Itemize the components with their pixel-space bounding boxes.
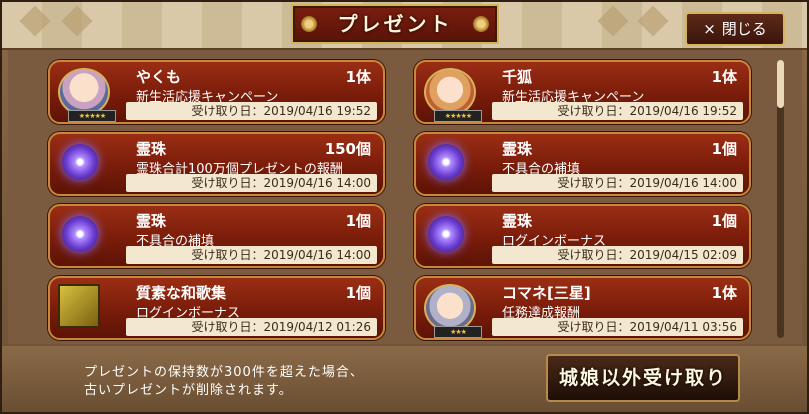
decor-diamond-icon [61,5,93,37]
received-date: 受け取り日：2019/04/15 02:09 [557,248,737,262]
item-quantity: 1体 [711,284,737,302]
character-avatar-icon: ★★★★★ [58,68,116,122]
received-date: 受け取り日：2019/04/16 14:00 [191,248,371,262]
receive-all-except-castle-girls-button[interactable]: 城娘以外受け取り [546,354,740,402]
title-plate: プレゼント [291,4,499,44]
item-quantity: 1個 [345,284,371,302]
item-quantity: 150個 [324,140,371,158]
spirit-orb-icon [62,216,98,252]
present-list: ★★★★★ やくも 1体 新生活応援キャンペーン 受け取り日：2019/04/1… [8,50,802,344]
item-quantity: 1個 [345,212,371,230]
present-item[interactable]: 質素な和歌集 1個 ログインボーナス 受け取り日：2019/04/12 01:2… [48,276,385,340]
poetry-book-icon [58,284,100,328]
present-item[interactable]: 霊珠 1個 不具合の補填 受け取り日：2019/04/16 14:00 [414,132,751,196]
item-quantity: 1体 [711,68,737,86]
page-title: プレゼント [337,12,453,36]
decor-diamond-icon [19,5,51,37]
decor-diamond-icon [597,5,629,37]
item-quantity: 1体 [345,68,371,86]
spirit-orb-icon [428,216,464,252]
item-quantity: 1個 [711,212,737,230]
item-name: 千狐 [502,68,533,86]
received-date: 受け取り日：2019/04/12 01:26 [191,320,371,334]
present-item[interactable]: ★★★ コマネ[三星] 1体 任務達成報酬 受け取り日：2019/04/11 0… [414,276,751,340]
notice-line-2: 古いプレゼントが削除されます。 [84,383,293,398]
close-label: 閉じる [721,20,767,38]
item-name: やくも [136,68,182,86]
item-name: 質素な和歌集 [136,284,227,302]
ornament-icon [301,16,317,32]
present-item[interactable]: 霊珠 1個 ログインボーナス 受け取り日：2019/04/15 02:09 [414,204,751,268]
item-name: 霊珠 [136,212,167,230]
item-quantity: 1個 [711,140,737,158]
received-date: 受け取り日：2019/04/16 14:00 [557,176,737,190]
item-name: 霊珠 [502,212,533,230]
list-scrollbar[interactable] [777,60,784,338]
present-item[interactable]: 霊珠 1個 不具合の補填 受け取り日：2019/04/16 14:00 [48,204,385,268]
retention-notice: プレゼントの保持数が300件を超えた場合、 古いプレゼントが削除されます。 [84,364,364,400]
character-avatar-icon: ★★★★★ [424,68,482,122]
item-name: 霊珠 [136,140,167,158]
character-avatar-icon: ★★★ [424,284,482,338]
footer-bar: プレゼントの保持数が300件を超えた場合、 古いプレゼントが削除されます。 城娘… [2,346,807,412]
decor-diamond-icon [637,5,669,37]
scrollbar-thumb[interactable] [777,60,784,108]
notice-line-1: プレゼントの保持数が300件を超えた場合、 [84,365,364,380]
received-date: 受け取り日：2019/04/16 14:00 [191,176,371,190]
present-item[interactable]: ★★★★★ 千狐 1体 新生活応援キャンペーン 受け取り日：2019/04/16… [414,60,751,124]
close-button[interactable]: × 閉じる [685,12,785,46]
spirit-orb-icon [428,144,464,180]
ornament-icon [473,16,489,32]
close-icon: × [703,20,716,38]
present-window: プレゼント × 閉じる ★★★★★ やくも 1体 新生活応援キャンペーン 受け取り… [0,0,809,414]
present-item[interactable]: ★★★★★ やくも 1体 新生活応援キャンペーン 受け取り日：2019/04/1… [48,60,385,124]
received-date: 受け取り日：2019/04/11 03:56 [557,320,737,334]
item-name: 霊珠 [502,140,533,158]
present-item[interactable]: 霊珠 150個 霊珠合計100万個プレゼントの報酬 受け取り日：2019/04/… [48,132,385,196]
received-date: 受け取り日：2019/04/16 19:52 [557,104,737,118]
received-date: 受け取り日：2019/04/16 19:52 [191,104,371,118]
item-name: コマネ[三星] [502,284,591,302]
spirit-orb-icon [62,144,98,180]
